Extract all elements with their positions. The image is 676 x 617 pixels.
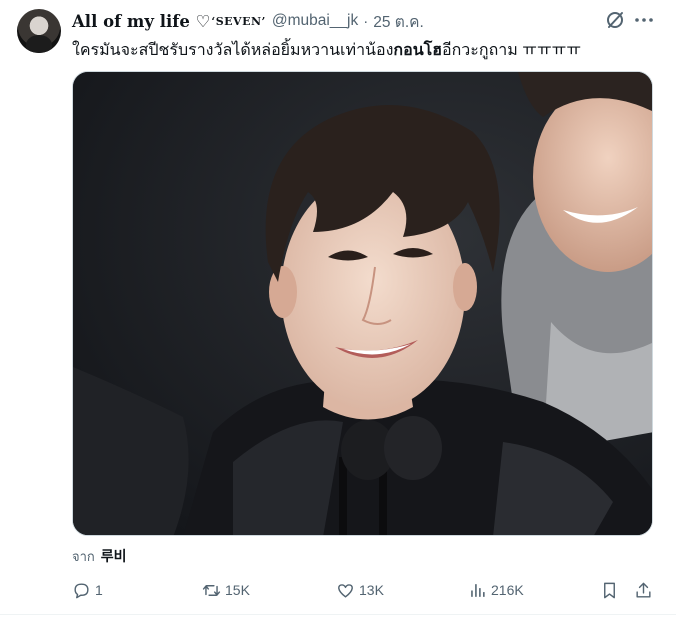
tweet-photo[interactable] <box>72 71 653 536</box>
credit-prefix: จาก <box>72 549 95 564</box>
reply-count: 1 <box>95 582 103 598</box>
like-count: 13K <box>359 582 384 598</box>
credit-source[interactable]: 루비 <box>101 548 127 564</box>
share-button[interactable] <box>634 578 653 602</box>
views-button[interactable]: 216K <box>468 578 524 602</box>
grok-icon[interactable] <box>603 8 627 32</box>
retweet-button[interactable]: 15K <box>202 578 250 602</box>
photo-illustration <box>73 72 652 535</box>
tweet-actions: 1 15K 13K 216K <box>72 578 656 602</box>
divider <box>0 614 676 615</box>
tweet-text-bold: กอนโฮ <box>393 42 442 59</box>
tweet[interactable]: All of my life ♡ ‘SEVEN’ @mubai__jk · 25… <box>0 0 676 617</box>
separator-dot: · <box>363 12 369 30</box>
user-handle[interactable]: @mubai__jk <box>272 12 358 30</box>
views-count: 216K <box>491 582 524 598</box>
media-credit: จาก 루비 <box>72 546 127 567</box>
display-name[interactable]: All of my life ♡ <box>72 12 210 31</box>
tweet-text-end: อีกวะกูถาม ㅠㅠㅠㅠ <box>442 42 582 59</box>
retweet-count: 15K <box>225 582 250 598</box>
microphone-right <box>384 416 442 480</box>
views-icon <box>471 583 485 597</box>
bookmark-icon <box>604 582 615 598</box>
reply-button[interactable]: 1 <box>72 578 103 602</box>
bookmark-button[interactable] <box>600 578 619 602</box>
tweet-date[interactable]: 25 ต.ค. <box>373 9 424 34</box>
retweet-icon <box>202 584 221 596</box>
reply-icon <box>74 582 89 598</box>
like-button[interactable]: 13K <box>336 578 384 602</box>
like-icon <box>338 583 353 598</box>
tweet-text-start: ใครมันจะสปีชรับรางวัลได้หล่อยิ้มหวานเท่า… <box>72 42 394 59</box>
display-name-suffix[interactable]: ‘SEVEN’ <box>211 15 265 28</box>
share-icon <box>636 582 651 598</box>
more-icon[interactable] <box>632 8 656 32</box>
tweet-header: All of my life ♡ ‘SEVEN’ @mubai__jk · 25… <box>72 10 424 32</box>
avatar[interactable] <box>17 9 61 53</box>
tweet-text: ใครมันจะสปีชรับรางวัลได้หล่อยิ้มหวานเท่า… <box>72 36 581 63</box>
